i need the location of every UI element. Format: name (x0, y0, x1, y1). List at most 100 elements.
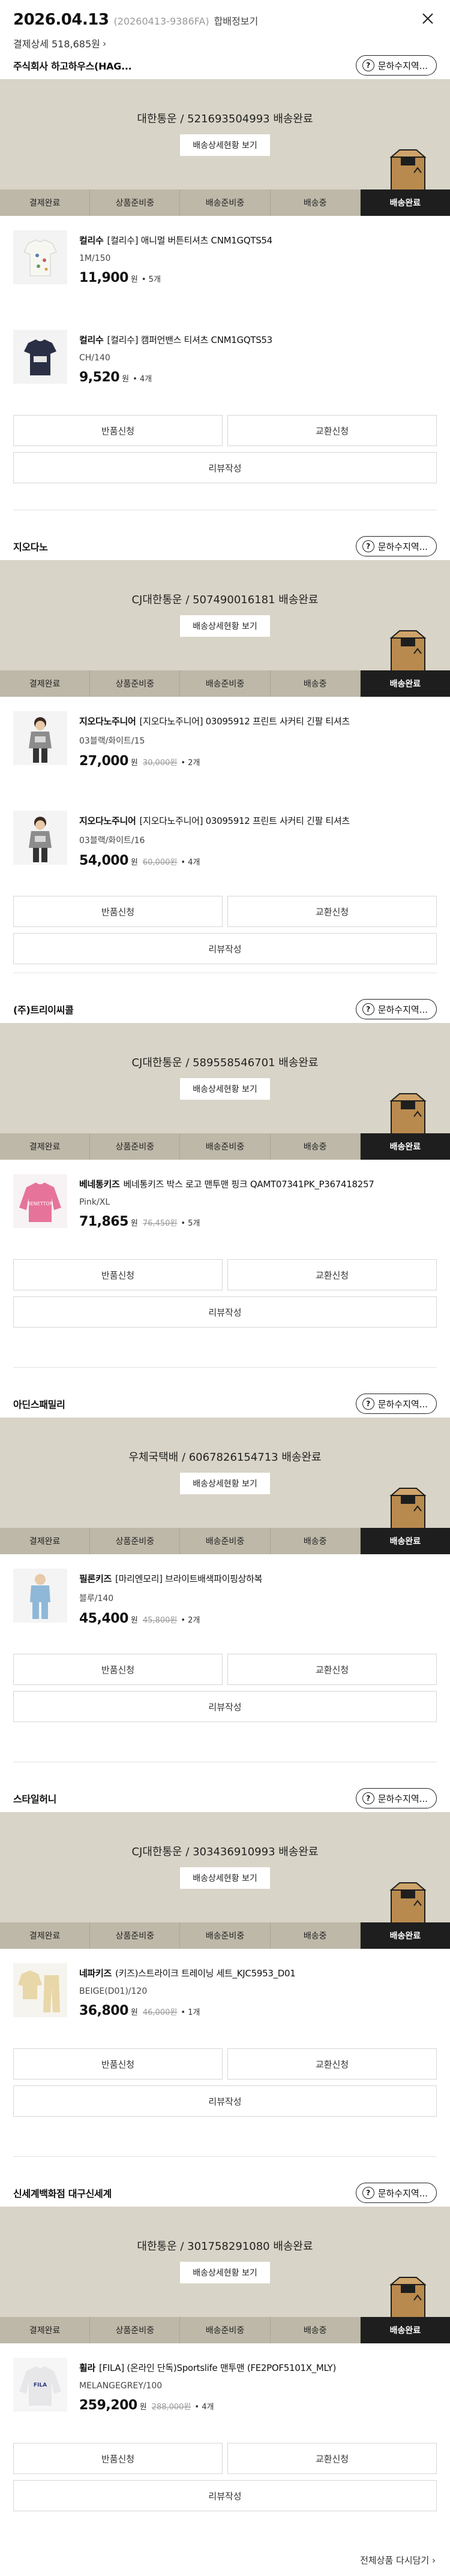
order-item[interactable]: 컬리수 [컬리수] 캠퍼언밴스 티셔츠 CNM1GQTS53 CH/140 9,520… (0, 315, 450, 415)
write-review-button[interactable]: 리뷰작성 (13, 452, 437, 483)
delivery-status-panel: CJ대한통운 / 589558546701 배송완료 배송상세현황 보기 결제완료 상… (0, 1023, 450, 1160)
contact-seller-button[interactable]: ? 문하수지역... (355, 536, 437, 556)
close-icon (422, 13, 433, 24)
product-price: 45,400 (79, 1611, 128, 1626)
shop-name: 스타일허니 (13, 1793, 57, 1805)
write-review-button[interactable]: 리뷰작성 (13, 2480, 437, 2511)
product-quantity: • 2개 (181, 1616, 200, 1625)
currency-unit: 원 (130, 858, 138, 867)
shop-header: 주식회사 하고하우스(HAG... ? 문하수지역... (0, 52, 450, 79)
shop-header: 스타일허니 ? 문하수지역... (0, 1784, 450, 1812)
close-button[interactable] (418, 8, 438, 29)
delivery-step: 상품준비중 (90, 1922, 181, 1949)
delivery-detail-button[interactable]: 배송상세현황 보기 (180, 1473, 270, 1494)
return-request-button[interactable]: 반품신청 (13, 415, 223, 446)
delivery-status-panel: 대한통운 / 521693504993 배송완료 배송상세현황 보기 결제완료 상품준… (0, 79, 450, 216)
shop-name: 신세계백화점 대구신세계 (13, 2188, 112, 2199)
product-option: MELANGEGREY/100 (79, 2381, 163, 2391)
order-number: (20260413-9386FA) (113, 16, 209, 27)
product-price: 259,200 (79, 2398, 137, 2413)
product-quantity: • 4개 (194, 2403, 214, 2412)
shop-header: 지오다노? 문하수지역... (0, 532, 450, 560)
write-review-button[interactable]: 리뷰작성 (13, 2086, 437, 2117)
product-price: 9,520 (79, 370, 120, 385)
order-item[interactable]: 필론키즈 [마리엔모리] 브라이트배색파이핑상하복 블루/140 45,400 원 45,… (0, 1554, 450, 1654)
shop-name: (주)트리이씨콜 (13, 1004, 74, 1016)
product-thumbnail[interactable]: BENETTON (13, 1174, 67, 1228)
shop-header: (주)트리이씨콜 ? 문하수지역... (0, 995, 450, 1023)
delivery-detail-button[interactable]: 배송상세현황 보기 (180, 615, 270, 637)
exchange-request-button[interactable]: 교환신청 (227, 415, 437, 446)
contact-seller-button[interactable]: ? 문하수지역... (355, 1394, 437, 1414)
return-request-button[interactable]: 반품신청 (13, 2048, 223, 2080)
exchange-request-button[interactable]: 교환신청 (227, 2048, 437, 2080)
delivery-step: 배송중 (271, 189, 361, 216)
delivery-step: 배송완료 (360, 670, 450, 697)
delivery-detail-button[interactable]: 배송상세현황 보기 (180, 134, 270, 156)
contact-seller-button[interactable]: ? 문하수지역... (355, 55, 437, 76)
product-thumbnail[interactable] (13, 811, 67, 865)
product-option: BEIGE(D01)/120 (79, 1987, 148, 1996)
product-option: 1M/150 (79, 254, 111, 263)
delivery-step: 결제완료 (0, 1133, 91, 1160)
delivery-step: 상품준비중 (90, 1528, 181, 1554)
product-brand: 지오다노주니어 (79, 716, 136, 727)
shop-section: 스타일허니? 문하수지역... CJ대한통운 / 303436910993 배송완료… (0, 1784, 450, 2117)
delivery-detail-button[interactable]: 배송상세현황 보기 (180, 1078, 270, 1100)
contact-label: 문하수지역... (377, 1398, 428, 1410)
question-icon: ? (362, 2187, 374, 2199)
payment-detail-link[interactable]: 결제상세 518,685원 › (13, 36, 437, 50)
product-thumbnail[interactable]: FILA (13, 2358, 67, 2412)
delivery-detail-button[interactable]: 배송상세현황 보기 (180, 2262, 270, 2283)
shop-name: 주식회사 하고하우스(HAG... (13, 61, 132, 72)
delivery-status-panel: CJ대한통운 / 507490016181 배송완료 배송상세현황 보기 결제완료 상… (0, 560, 450, 697)
order-item[interactable]: BENETTON 베네통키즈 베네통키즈 박스 로고 맨투맨 핑크 QAMT0734… (0, 1160, 450, 1259)
return-request-button[interactable]: 반품신청 (13, 1654, 223, 1685)
reorder-all-link[interactable]: 전체상품 다시담기 › (360, 2554, 436, 2566)
chevron-right-icon: › (102, 37, 107, 49)
write-review-button[interactable]: 리뷰작성 (13, 1296, 437, 1328)
order-item[interactable]: FILA 휠라 [FILA] (온라인 단독)Sportslife 맨투맨 (FE2… (0, 2343, 450, 2443)
return-request-button[interactable]: 반품신청 (13, 2443, 223, 2474)
product-thumbnail[interactable] (13, 1569, 67, 1623)
delivery-box-icon (389, 1488, 427, 1530)
delivery-detail-button[interactable]: 배송상세현황 보기 (180, 1867, 270, 1889)
write-review-button[interactable]: 리뷰작성 (13, 933, 437, 964)
delivery-box-icon (389, 1882, 427, 1924)
return-request-button[interactable]: 반품신청 (13, 896, 223, 927)
exchange-request-button[interactable]: 교환신청 (227, 1259, 437, 1290)
question-icon: ? (362, 1792, 374, 1804)
order-item[interactable]: 지오다노주니어 [지오다노주니어] 03095912 프린트 사커티 긴팔 티셔츠… (0, 697, 450, 796)
order-item[interactable]: 네파키즈 (키즈)스트라이크 트레이닝 세트_KJC5953_D01 BEIGE(D… (0, 1949, 450, 2048)
delivery-step: 결제완료 (0, 670, 91, 697)
product-quantity: • 4개 (181, 858, 200, 867)
product-price: 36,800 (79, 2003, 128, 2018)
contact-seller-button[interactable]: ? 문하수지역... (355, 999, 437, 1019)
exchange-request-button[interactable]: 교환신청 (227, 1654, 437, 1685)
order-detail-link[interactable]: 합배정보기 (214, 13, 259, 28)
product-thumbnail[interactable] (13, 711, 67, 765)
write-review-button[interactable]: 리뷰작성 (13, 1691, 437, 1722)
exchange-request-button[interactable]: 교환신청 (227, 2443, 437, 2474)
question-icon: ? (362, 59, 374, 71)
delivery-step: 배송완료 (360, 1133, 450, 1160)
order-item[interactable]: 지오다노주니어 [지오다노주니어] 03095912 프린트 사커티 긴팔 티셔츠… (0, 796, 450, 896)
return-request-button[interactable]: 반품신청 (13, 1259, 223, 1290)
delivery-tracking-text: 대한통운 / 521693504993 배송완료 (137, 113, 313, 125)
product-thumbnail[interactable] (13, 1963, 67, 2017)
shop-header: 신세계백화점 대구신세계 ? 문하수지역... (0, 2179, 450, 2207)
shop-section: (주)트리이씨콜? 문하수지역... CJ대한통운 / 589558546701 배… (0, 995, 450, 1328)
order-item[interactable]: 컬리수 [컬리수] 애니멀 버튼티셔츠 CNM1GQTS54 1M/150 11,90… (0, 216, 450, 315)
delivery-tracking-text: 대한통운 / 301758291080 배송완료 (137, 2240, 313, 2253)
original-price: 30,000원 (142, 759, 178, 768)
contact-seller-button[interactable]: ? 문하수지역... (355, 2183, 437, 2203)
contact-seller-button[interactable]: ? 문하수지역... (355, 1788, 437, 1808)
product-thumbnail[interactable] (13, 330, 67, 384)
exchange-request-button[interactable]: 교환신청 (227, 896, 437, 927)
product-thumbnail[interactable] (13, 230, 67, 284)
product-brand: 휠라 (79, 2363, 96, 2373)
delivery-steps: 결제완료 상품준비중 배송준비중 배송중 배송완료 (0, 670, 450, 697)
delivery-step: 배송준비중 (180, 2317, 271, 2343)
original-price: 46,000원 (142, 2008, 178, 2017)
delivery-status-panel: 대한통운 / 301758291080 배송완료 배송상세현황 보기 결제완료 상품준… (0, 2207, 450, 2343)
